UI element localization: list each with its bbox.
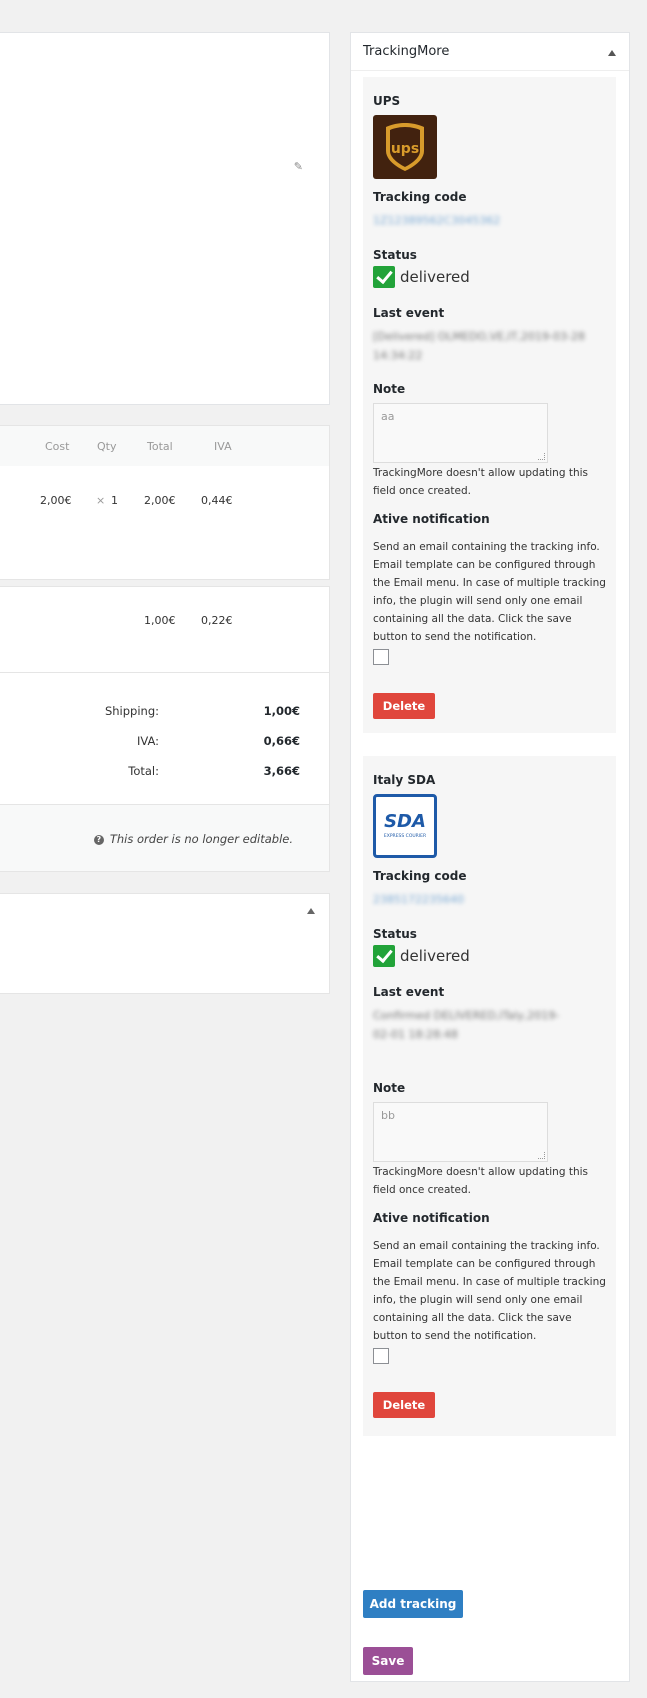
- item-total: 2,00€: [144, 494, 176, 507]
- totals-total-label: Total:: [128, 764, 159, 778]
- note-textarea[interactable]: bb: [373, 1102, 548, 1162]
- not-editable-bar: ? This order is no longer editable.: [0, 804, 330, 872]
- note-textarea[interactable]: aa: [373, 403, 548, 463]
- ups-logo-text: ups: [391, 141, 419, 157]
- note-help-text: TrackingMore doesn't allow updating this…: [373, 467, 588, 497]
- carrier-name: Italy SDA: [373, 773, 436, 787]
- collapsible-box-header[interactable]: [0, 893, 330, 932]
- collapse-arrow-icon[interactable]: [307, 908, 315, 914]
- tracking-code-label: Tracking code: [373, 190, 467, 204]
- tracking-code-label: Tracking code: [373, 869, 467, 883]
- panel-title: TrackingMore: [363, 44, 450, 59]
- col-iva: IVA: [214, 440, 232, 453]
- note-label: Note: [373, 1081, 406, 1095]
- totals-shipping-value: 1,00€: [263, 704, 300, 718]
- totals-iva-value: 0,66€: [263, 734, 300, 748]
- last-event-label: Last event: [373, 306, 445, 320]
- delete-button[interactable]: Delete: [373, 693, 435, 719]
- table-row: 2,00€ × 1 2,00€ 0,44€: [0, 466, 330, 580]
- sda-logo-text: SDA: [384, 811, 426, 832]
- totals-shipping-label: Shipping:: [104, 704, 159, 718]
- tracking-code-value[interactable]: 1Z12389562C3045362: [373, 214, 500, 227]
- col-qty: Qty: [97, 440, 117, 453]
- items-table-header: Cost Qty Total IVA: [0, 425, 330, 467]
- collapse-arrow-icon[interactable]: [608, 50, 616, 56]
- shipping-row: 1,00€ 0,22€: [0, 586, 330, 673]
- delete-button[interactable]: Delete: [373, 1392, 435, 1418]
- help-icon[interactable]: ?: [93, 835, 104, 845]
- item-iva: 0,44€: [201, 494, 233, 507]
- note-help-text: TrackingMore doesn't allow updating this…: [373, 1166, 588, 1196]
- notification-text: Send an email containing the tracking in…: [373, 541, 606, 643]
- notification-checkbox[interactable]: [373, 1348, 389, 1364]
- qty-times: ×: [96, 494, 106, 507]
- not-editable-text: This order is no longer editable.: [109, 832, 293, 846]
- status-row: delivered: [373, 945, 470, 967]
- notification-text: Send an email containing the tracking in…: [373, 1240, 606, 1342]
- notification-label: Ative notification: [373, 1211, 490, 1225]
- ups-logo-icon: ups: [373, 115, 437, 179]
- carrier-name: UPS: [373, 94, 401, 108]
- sda-logo-icon: SDA EXPRESS COURIER: [373, 794, 437, 858]
- add-tracking-button[interactable]: Add tracking: [363, 1590, 463, 1618]
- notification-label: Ative notification: [373, 512, 490, 526]
- status-label: Status: [373, 927, 417, 941]
- check-icon: [373, 945, 395, 967]
- not-editable-note: ? This order is no longer editable.: [93, 832, 293, 846]
- totals-total-value: 3,66€: [263, 764, 300, 778]
- tracking-code-value[interactable]: 2385172235640: [373, 893, 464, 906]
- order-details-box: ✎: [0, 32, 330, 405]
- divider: [351, 70, 629, 71]
- totals-iva-label: IVA:: [136, 734, 159, 748]
- col-total: Total: [147, 440, 173, 453]
- tracking-card-sda: Italy SDA SDA EXPRESS COURIER Tracking c…: [363, 756, 616, 1436]
- shipping-total: 1,00€: [144, 614, 176, 627]
- notification-checkbox[interactable]: [373, 649, 389, 665]
- collapsible-box-body: [0, 931, 330, 994]
- shipping-iva: 0,22€: [201, 614, 233, 627]
- save-button[interactable]: Save: [363, 1647, 413, 1675]
- tracking-card-ups: UPS ups Tracking code 1Z12389562C3045362…: [363, 77, 616, 733]
- item-qty: 1: [111, 494, 118, 507]
- last-event-label: Last event: [373, 985, 445, 999]
- sda-logo-subtext: EXPRESS COURIER: [383, 834, 427, 839]
- order-totals: Shipping: 1,00€ IVA: 0,66€ Total: 3,66€: [0, 672, 330, 805]
- trackingmore-panel: TrackingMore UPS ups Tracking code 1Z123…: [350, 32, 630, 1682]
- status-label: Status: [373, 248, 417, 262]
- status-value: delivered: [400, 947, 470, 965]
- last-event-value: [Delivered] OLMEDO,VE,IT,2019-03-28 14:3…: [373, 330, 585, 362]
- last-event-value: Confirmed DELIVERED,ITaly,2019-02-01 18:…: [373, 1009, 560, 1041]
- col-cost: Cost: [45, 440, 70, 453]
- note-label: Note: [373, 382, 406, 396]
- pencil-icon[interactable]: ✎: [294, 160, 303, 173]
- item-cost: 2,00€: [40, 494, 72, 507]
- status-row: delivered: [373, 266, 470, 288]
- status-value: delivered: [400, 268, 470, 286]
- check-icon: [373, 266, 395, 288]
- ups-shield-icon: ups: [386, 123, 424, 171]
